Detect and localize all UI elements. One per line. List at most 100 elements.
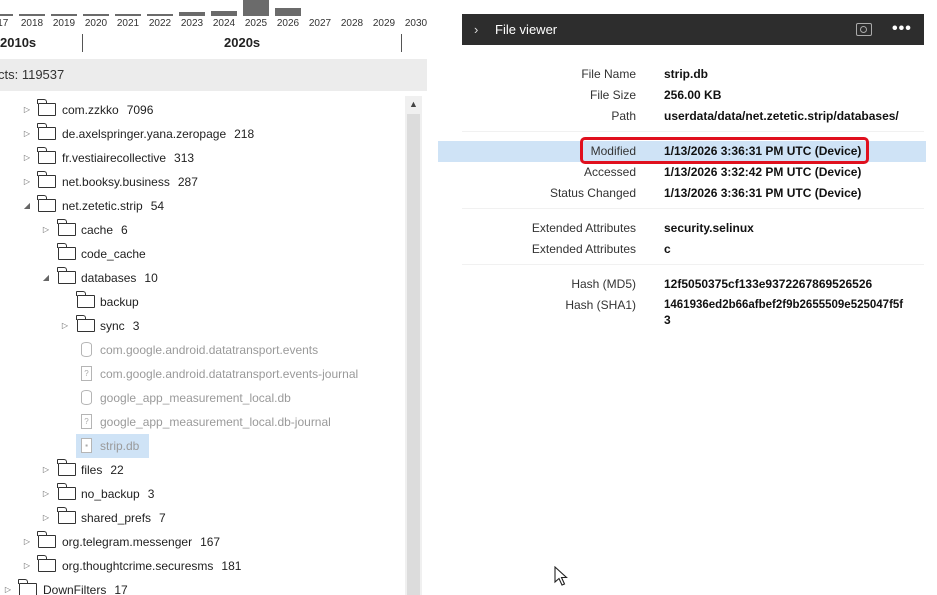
chevron-right-icon[interactable]: › xyxy=(474,14,478,45)
tree-node-count: 181 xyxy=(221,559,242,573)
folder-icon xyxy=(37,147,56,164)
expand-arrow-icon[interactable]: ▷ xyxy=(3,578,13,595)
mouse-cursor-icon xyxy=(554,566,568,586)
folder-icon xyxy=(57,459,76,476)
database-icon xyxy=(81,342,92,357)
file-tree[interactable]: ▷ com.zzkko 7096 ▷ de.axelspringer.yana.z… xyxy=(0,96,405,595)
expand-arrow-icon[interactable]: ▷ xyxy=(41,218,51,242)
property-label: Path xyxy=(611,109,636,123)
timeline-bar[interactable] xyxy=(243,0,269,16)
tree-node[interactable]: ▷ sync 3 xyxy=(0,314,405,338)
expand-arrow-icon[interactable]: ▷ xyxy=(22,146,32,170)
year-label: 2018 xyxy=(20,18,44,29)
artifact-count-bar: cts: 119537 xyxy=(0,59,427,91)
expand-arrow-icon[interactable]: ▷ xyxy=(41,506,51,530)
tree-node-label: net.zetetic.strip xyxy=(62,199,143,213)
property-value: c xyxy=(664,242,671,256)
property-label: Extended Attributes xyxy=(531,242,636,256)
tree-node[interactable]: ▷ files 22 xyxy=(0,458,405,482)
tree-node-count: 3 xyxy=(132,319,140,333)
expand-arrow-icon[interactable]: ▷ xyxy=(60,314,70,338)
folder-icon xyxy=(57,507,76,524)
timeline-year-axis: 017 2018 2019 2020 2021 2022 2023 2024 2025 2026 2… xyxy=(0,16,427,32)
tree-node-label: google_app_measurement_local.db-journal xyxy=(100,415,331,429)
tree-node[interactable]: ▷ cache 6 xyxy=(0,218,405,242)
tree-node[interactable]: ▷ de.axelspringer.yana.zeropage 218 xyxy=(0,122,405,146)
tree-node-expanded[interactable]: ◢ net.zetetic.strip 54 xyxy=(0,194,405,218)
tree-node-label: code_cache xyxy=(81,247,146,261)
tree-file[interactable]: com.google.android.datatransport.events xyxy=(0,338,405,362)
unknown-file-icon: ? xyxy=(81,414,92,429)
file-viewer-header[interactable]: › File viewer ••• xyxy=(462,14,924,45)
tree-node-label: databases xyxy=(81,271,137,285)
expand-arrow-icon[interactable]: ▷ xyxy=(22,98,32,122)
tree-node-label: backup xyxy=(100,295,139,309)
tree-node[interactable]: ▷ org.thoughtcrime.securesms 181 xyxy=(0,554,405,578)
tree-node-label: org.telegram.messenger xyxy=(62,535,193,549)
folder-icon xyxy=(57,243,76,260)
tree-node[interactable]: ▷ com.zzkko 7096 xyxy=(0,98,405,122)
decade-divider xyxy=(401,34,402,52)
expand-arrow-icon[interactable]: ▷ xyxy=(41,458,51,482)
tree-node-label: org.thoughtcrime.securesms xyxy=(62,559,214,573)
tree-file[interactable]: ? com.google.android.datatransport.event… xyxy=(0,362,405,386)
tree-file[interactable]: ? google_app_measurement_local.db-journa… xyxy=(0,410,405,434)
year-label: 2026 xyxy=(276,18,300,29)
expand-arrow-icon[interactable]: ▷ xyxy=(22,554,32,578)
scrollbar-thumb[interactable] xyxy=(407,114,420,595)
tree-node-count: 54 xyxy=(150,199,165,213)
camera-icon[interactable] xyxy=(856,23,872,36)
property-row: Path userdata/data/net.zetetic.strip/dat… xyxy=(438,106,926,127)
tree-node-label: de.axelspringer.yana.zeropage xyxy=(62,127,227,141)
property-row: Hash (MD5) 12f5050375cf133e9372267869526… xyxy=(438,274,926,295)
folder-icon xyxy=(37,531,56,548)
more-options-icon[interactable]: ••• xyxy=(892,14,912,43)
scroll-up-arrow-icon[interactable]: ▲ xyxy=(405,96,422,113)
collapse-arrow-icon[interactable]: ◢ xyxy=(41,266,51,290)
expand-arrow-icon[interactable]: ▷ xyxy=(22,170,32,194)
tree-node-count: 3 xyxy=(147,487,155,501)
decade-divider xyxy=(82,34,83,52)
folder-icon xyxy=(76,291,95,308)
tree-node[interactable]: ▷ net.booksy.business 287 xyxy=(0,170,405,194)
timeline-histogram[interactable]: 017 2018 2019 2020 2021 2022 2023 2024 2025 2026 2… xyxy=(0,0,427,57)
tree-node[interactable]: ▷ no_backup 3 xyxy=(0,482,405,506)
year-label: 2019 xyxy=(52,18,76,29)
expand-arrow-icon[interactable]: ▷ xyxy=(41,482,51,506)
tree-node[interactable]: code_cache xyxy=(0,242,405,266)
tree-scrollbar[interactable]: ▲ xyxy=(405,96,422,595)
property-label: Extended Attributes xyxy=(531,221,636,235)
tree-node[interactable]: ▷ org.telegram.messenger 167 xyxy=(0,530,405,554)
tree-node-label: shared_prefs xyxy=(81,511,152,525)
tree-node-count: 10 xyxy=(144,271,158,285)
folder-icon xyxy=(37,99,56,116)
tree-node-count: 7 xyxy=(159,511,166,525)
expand-arrow-icon[interactable]: ▷ xyxy=(22,530,32,554)
property-value: strip.db xyxy=(664,67,708,81)
folder-icon xyxy=(37,171,56,188)
property-row: File Name strip.db xyxy=(438,64,926,85)
folder-open-icon xyxy=(57,267,76,284)
year-label: 017 xyxy=(0,18,9,29)
folder-icon xyxy=(57,483,76,500)
tree-node[interactable]: ▷ fr.vestiairecollective 313 xyxy=(0,146,405,170)
year-label: 2027 xyxy=(308,18,332,29)
collapse-arrow-icon[interactable]: ◢ xyxy=(22,194,32,218)
tree-node[interactable]: ▷ DownFilters 17 xyxy=(0,578,405,595)
tree-node-label: com.zzkko xyxy=(62,103,119,117)
tree-file-selected[interactable]: ▪ strip.db xyxy=(0,434,405,458)
property-value: 1/13/2026 3:36:31 PM UTC (Device) xyxy=(664,186,862,200)
folder-icon xyxy=(76,315,95,332)
tree-node[interactable]: backup xyxy=(0,290,405,314)
property-label: File Name xyxy=(581,67,636,81)
year-label: 2030 xyxy=(404,18,427,29)
timeline-bar[interactable] xyxy=(275,8,301,16)
tree-node[interactable]: ▷ shared_prefs 7 xyxy=(0,506,405,530)
property-value: 12f5050375cf133e9372267869526526 xyxy=(664,277,873,291)
tree-file[interactable]: google_app_measurement_local.db xyxy=(0,386,405,410)
timeline-decade-axis: 2010s 2020s xyxy=(0,33,427,53)
artifact-count-label: cts: 119537 xyxy=(0,67,65,82)
tree-node-expanded[interactable]: ◢ databases 10 xyxy=(0,266,405,290)
expand-arrow-icon[interactable]: ▷ xyxy=(22,122,32,146)
annotation-highlight-box xyxy=(580,137,869,164)
